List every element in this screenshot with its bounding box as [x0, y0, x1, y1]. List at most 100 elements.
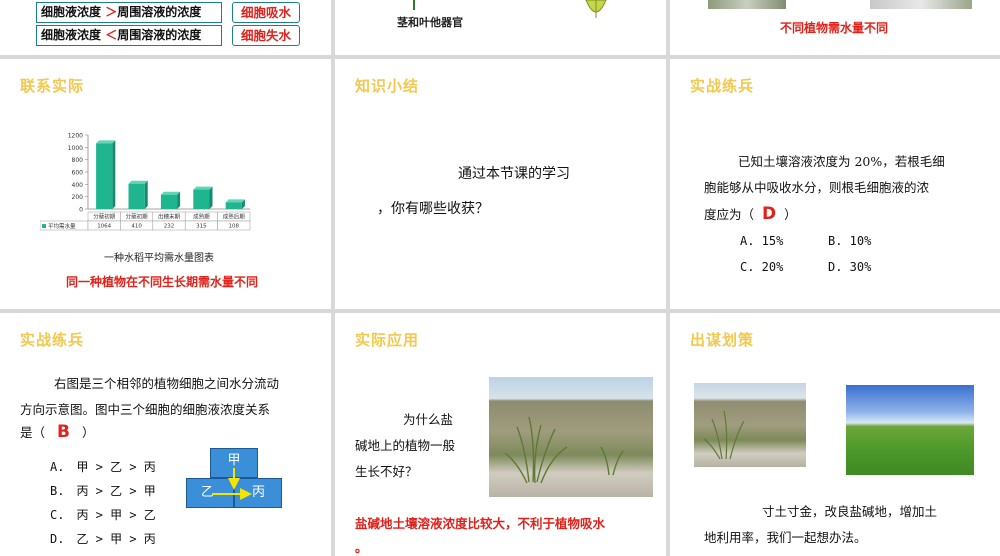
absorb-water-tag: 细胞吸水 [232, 2, 300, 23]
slide-knowledge-summary[interactable]: 知识小结 通过本节课的学习 ，你有哪些收获？ [335, 59, 666, 309]
category-label: 成熟后期 [223, 213, 246, 221]
y-tick-label: 800 [72, 157, 84, 164]
legend-label: 平均需水量 [48, 222, 76, 230]
plant-photo [708, 0, 786, 9]
slide-title: 知识小结 [355, 77, 420, 95]
bar-top [96, 140, 116, 144]
option-b: B. 丙 > 乙 > 甲 [50, 484, 156, 498]
bar [96, 143, 113, 209]
y-tick-label: 1200 [68, 133, 83, 140]
question-prefix: 是（ [20, 425, 46, 440]
answer-letter: B [57, 422, 70, 442]
question-line-1: 为什么盐 [403, 412, 454, 427]
slide-thumbnail-plant-organs[interactable]: 茎和叶他器官 [335, 0, 666, 55]
y-tick-label: 200 [72, 194, 84, 201]
bar-top [193, 186, 213, 190]
slide-contact-reality[interactable]: 联系实际 0 200 400 600 800 1000 1200 平均需水量 分蘖初期 1064 分… [0, 59, 331, 309]
green-field-photo [846, 385, 974, 475]
question-suffix: ） [81, 425, 95, 440]
category-label: 分蘖初期 [93, 213, 116, 221]
row1-right-label: 周围溶液的浓度 [117, 5, 202, 19]
category-label: 成熟期 [193, 213, 210, 221]
question-prefix: 度应为（ [704, 207, 755, 222]
condition-row-2: 细胞液浓度 ＜周围溶液的浓度 [36, 25, 222, 46]
data-label: 315 [196, 224, 207, 230]
bar-side [209, 186, 213, 209]
slide-thumbnail-plant-water-needs[interactable]: 不同植物需水量不同 [670, 0, 1000, 55]
slide-thumbnail-cell-concentration[interactable]: 细胞液浓度 ＞周围溶液的浓度 细胞吸水 细胞液浓度 ＜周围溶液的浓度 细胞失水 [0, 0, 331, 55]
plant-photo-2 [870, 0, 972, 9]
slide-title: 实战练兵 [20, 331, 85, 349]
grass-icon [703, 410, 745, 460]
slide-plan-strategy[interactable]: 出谋划策 寸土寸金，改良盐碱地，增加土 地利用率，我们一起想办法。 [670, 313, 1000, 556]
conclusion-text: 同一种植物在不同生长期需水量不同 [66, 275, 259, 289]
bar-top [225, 199, 245, 203]
slide-title: 出谋划策 [690, 331, 755, 349]
slide-practice-1[interactable]: 实战练兵 已知土壤溶液浓度为 20%，若根毛细 胞能够从中吸收水分，则根毛细胞液… [670, 59, 1000, 309]
summary-line-2: ，你有哪些收获？ [377, 201, 489, 217]
row2-right-label: 周围溶液的浓度 [117, 28, 202, 42]
saline-land-photo [694, 383, 806, 467]
grass-icon [504, 416, 624, 484]
question-line-1: 右图是三个相邻的植物细胞之间水分流动 [54, 376, 280, 391]
data-label: 1064 [97, 224, 111, 230]
option-b: B. 10% [828, 234, 872, 248]
answer-letter: D [762, 204, 777, 224]
bar-side [112, 140, 116, 209]
arrow-down-icon [413, 0, 415, 10]
plant-water-caption: 不同植物需水量不同 [780, 21, 889, 35]
greater-than-symbol: ＞ [105, 5, 118, 19]
category-label: 出穗末期 [158, 213, 181, 221]
legend-swatch [42, 224, 46, 228]
option-c: C. 丙 > 甲 > 乙 [50, 508, 156, 522]
condition-row-1: 细胞液浓度 ＞周围溶液的浓度 [36, 2, 222, 23]
slide-sorter-grid: 细胞液浓度 ＞周围溶液的浓度 细胞吸水 细胞液浓度 ＜周围溶液的浓度 细胞失水 … [0, 0, 1000, 556]
bar-side [144, 180, 148, 209]
y-tick-label: 1000 [68, 145, 83, 152]
slide-title: 联系实际 [20, 77, 85, 95]
rice-water-chart: 0 200 400 600 800 1000 1200 平均需水量 分蘖初期 1064 分蘖初期 41… [40, 133, 251, 231]
row2-label: 细胞液浓度 [41, 28, 102, 42]
data-label: 108 [229, 224, 240, 230]
cell-diagram: 甲 乙 丙 [186, 448, 286, 508]
row1-label: 细胞液浓度 [41, 5, 102, 19]
saline-land-photo [489, 377, 653, 497]
option-a: A. 甲 > 乙 > 丙 [50, 460, 156, 474]
slide-practice-2[interactable]: 实战练兵 右图是三个相邻的植物细胞之间水分流动 方向示意图。图中三个细胞的细胞液… [0, 313, 331, 556]
bar [128, 183, 145, 209]
question-text: 右图是三个相邻的植物细胞之间水分流动 方向示意图。图中三个细胞的细胞液浓度关系 … [20, 371, 326, 442]
question-line-2: 方向示意图。图中三个细胞的细胞液浓度关系 [20, 402, 271, 417]
category-label: 分蘖初期 [126, 213, 149, 221]
slide-title: 实际应用 [355, 331, 420, 349]
summary-line-1: 通过本节课的学习 [458, 166, 570, 182]
data-label: 410 [131, 224, 142, 230]
organ-caption: 茎和叶他器官 [397, 16, 463, 29]
bar-top [160, 191, 181, 195]
data-label: 232 [164, 224, 175, 230]
plan-line-1: 寸土寸金，改良盐碱地，增加土 [762, 504, 938, 519]
leaf-icon [585, 0, 607, 18]
question-line-2: 胞能够从中吸收水分，则根毛细胞液的浓 [704, 180, 930, 195]
lose-water-tag: 细胞失水 [232, 25, 300, 46]
y-tick-label: 600 [72, 170, 84, 177]
question-line-1: 已知土壤溶液浓度为 20%，若根毛细 [738, 154, 945, 169]
answer-text-line-2: 。 [355, 540, 368, 555]
bar-side [177, 191, 181, 209]
question-line-3: 度应为（ D ） [704, 201, 1000, 228]
bar-top [128, 180, 148, 184]
chart-caption: 一种水稻平均需水量图表 [104, 253, 214, 264]
option-d: D. 30% [828, 260, 872, 274]
question-text: 为什么盐 碱地上的植物一般 生长不好？ [355, 407, 495, 485]
option-d: D. 乙 > 甲 > 丙 [50, 532, 156, 546]
plan-line-2: 地利用率，我们一起想办法。 [704, 530, 867, 545]
bar [160, 194, 178, 209]
slide-practical-application[interactable]: 实际应用 为什么盐 碱地上的植物一般 生长不好？ 盐碱地土壤溶液浓度比较大，不利… [335, 313, 666, 556]
question-line-3: 生长不好？ [355, 464, 418, 479]
water-flow-arrows-icon [212, 468, 252, 500]
answer-text-line-1: 盐碱地土壤溶液浓度比较大，不利于植物吸水 [355, 516, 606, 531]
y-tick-label: 400 [72, 182, 84, 189]
option-a: A. 15% [740, 234, 784, 248]
question-suffix: ） [784, 207, 797, 222]
less-than-symbol: ＜ [105, 28, 118, 42]
question-text: 已知土壤溶液浓度为 20%，若根毛细 胞能够从中吸收水分，则根毛细胞液的浓 度应… [704, 149, 1000, 228]
